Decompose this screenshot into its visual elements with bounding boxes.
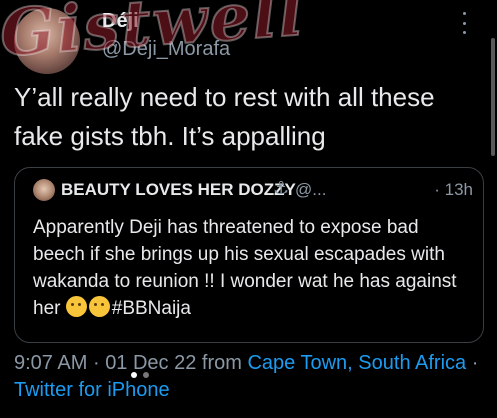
tweet-time: 9:07 AM (14, 352, 88, 374)
tweet-date: 01 Dec 22 (105, 352, 197, 374)
carousel-dot[interactable] (143, 372, 149, 378)
quoted-tweet-text: Apparently Deji has threatened to expose… (33, 214, 473, 322)
meta-separator: · (471, 352, 479, 374)
source-link[interactable]: Twitter for iPhone (14, 379, 170, 401)
more-icon[interactable] (454, 12, 474, 34)
quoted-tweet[interactable]: BEAUTY LOVES HER DOZZY ⚓ @... · 13h Appa… (14, 167, 484, 343)
carousel-dot[interactable] (131, 372, 137, 378)
tweet-header: Déji @Deji_Morafa (14, 6, 484, 74)
quoted-timestamp: · 13h (434, 180, 473, 199)
author-handle[interactable]: @Deji_Morafa (102, 38, 230, 61)
tweet-text: Y’all really need to rest with all these… (14, 82, 435, 151)
author-name[interactable]: Déji (102, 10, 139, 33)
avatar[interactable] (14, 8, 80, 74)
quoted-author-handle: @... (295, 180, 327, 199)
hashtag: #BBNaija (111, 298, 191, 319)
quoted-avatar (33, 179, 55, 201)
quoted-tweet-header: BEAUTY LOVES HER DOZZY ⚓ @... · 13h (33, 178, 473, 201)
emoji-kiss-icon (65, 296, 87, 317)
carousel-dots (131, 372, 149, 378)
location-link[interactable]: Cape Town, South Africa (247, 352, 466, 374)
emoji-thinking-icon (88, 296, 110, 317)
scrollbar[interactable] (491, 38, 495, 156)
tweet-meta: 9:07 AM · 01 Dec 22 from Cape Town, Sout… (14, 350, 494, 404)
from-label: from (201, 352, 242, 374)
anchor-icon: ⚓ (273, 178, 290, 198)
quoted-author-name: BEAUTY LOVES HER DOZZY (61, 180, 296, 199)
meta-separator: · (92, 352, 100, 374)
